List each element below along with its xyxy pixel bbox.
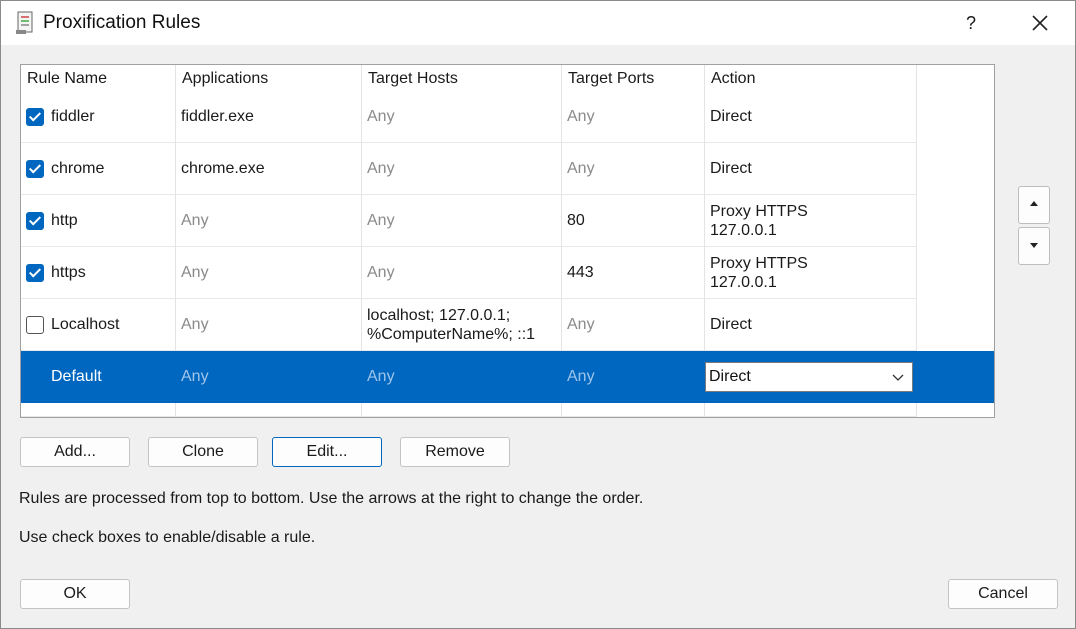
applications-cell: chrome.exe xyxy=(176,143,362,195)
action-line-1: Proxy HTTPS xyxy=(710,254,808,272)
enable-checkbox[interactable] xyxy=(26,263,44,282)
document-icon xyxy=(16,11,33,34)
help-button[interactable]: ? xyxy=(959,10,983,36)
action-line-2: 127.0.0.1 xyxy=(710,273,777,291)
column-header-target-hosts[interactable]: Target Hosts xyxy=(362,65,562,93)
target-hosts-cell: Any xyxy=(362,143,562,195)
hosts-line-1: localhost; 127.0.0.1; xyxy=(367,306,511,324)
info-order: Rules are processed from top to bottom. … xyxy=(19,490,644,507)
empty-cell xyxy=(21,403,176,417)
target-hosts-cell: Any xyxy=(362,351,562,403)
clone-button[interactable]: Clone xyxy=(148,437,258,467)
action-cell: Proxy HTTPS 127.0.0.1 xyxy=(705,247,917,299)
empty-row xyxy=(21,403,994,417)
column-header-target-ports[interactable]: Target Ports xyxy=(562,65,705,93)
target-ports-cell: 80 xyxy=(562,195,705,247)
applications-cell: Any xyxy=(176,299,362,351)
table-row[interactable]: fiddler fiddler.exe Any Any Direct xyxy=(21,91,994,143)
action-cell: Direct xyxy=(705,143,917,195)
rule-name-cell: http xyxy=(21,195,176,247)
enable-checkbox[interactable] xyxy=(26,159,44,178)
applications-cell: Any xyxy=(176,247,362,299)
info-checkboxes: Use check boxes to enable/disable a rule… xyxy=(19,529,316,546)
rule-name: https xyxy=(51,264,86,281)
rule-name-cell: https xyxy=(21,247,176,299)
column-header-applications[interactable]: Applications xyxy=(176,65,362,93)
rule-name-cell: Localhost xyxy=(21,299,176,351)
column-header-action[interactable]: Action xyxy=(705,65,917,93)
table-row-selected[interactable]: Default Any Any Any Direct xyxy=(21,351,994,403)
cancel-button[interactable]: Cancel xyxy=(948,579,1058,609)
action-cell: Direct xyxy=(705,299,917,351)
table-row[interactable]: http Any Any 80 Proxy HTTPS 127.0.0.1 xyxy=(21,195,994,247)
rule-name-cell: fiddler xyxy=(21,91,176,143)
window-title: Proxification Rules xyxy=(43,12,201,33)
target-hosts-cell: Any xyxy=(362,91,562,143)
column-header-rule-name[interactable]: Rule Name xyxy=(21,65,176,93)
rule-name-cell: Default xyxy=(21,351,176,403)
remove-button[interactable]: Remove xyxy=(400,437,510,467)
applications-cell: Any xyxy=(176,351,362,403)
arrow-down-icon xyxy=(1030,243,1038,248)
table-row[interactable]: https Any Any 443 Proxy HTTPS 127.0.0.1 xyxy=(21,247,994,299)
target-hosts-cell: Any xyxy=(362,247,562,299)
rule-name: Localhost xyxy=(51,316,120,333)
target-hosts-cell: Any xyxy=(362,195,562,247)
move-up-button[interactable] xyxy=(1018,186,1050,224)
move-down-button[interactable] xyxy=(1018,227,1050,265)
rule-name: chrome xyxy=(51,160,105,177)
action-select-value: Direct xyxy=(709,368,751,385)
target-ports-cell: 443 xyxy=(562,247,705,299)
table-row[interactable]: Localhost Any localhost; 127.0.0.1; %Com… xyxy=(21,299,994,351)
applications-cell: fiddler.exe xyxy=(176,91,362,143)
arrow-up-icon xyxy=(1030,201,1038,206)
rule-name: fiddler xyxy=(51,108,95,125)
hosts-line-2: %ComputerName%; ::1 xyxy=(367,325,536,343)
add-button[interactable]: Add... xyxy=(20,437,130,467)
target-ports-cell: Any xyxy=(562,299,705,351)
rule-name-cell: chrome xyxy=(21,143,176,195)
ok-button[interactable]: OK xyxy=(20,579,130,609)
target-ports-cell: Any xyxy=(562,143,705,195)
enable-checkbox[interactable] xyxy=(26,211,44,230)
rule-name: http xyxy=(51,212,78,229)
action-cell: Proxy HTTPS 127.0.0.1 xyxy=(705,195,917,247)
chevron-down-icon xyxy=(892,374,904,381)
target-ports-cell: Any xyxy=(562,351,705,403)
enable-checkbox[interactable] xyxy=(26,315,44,334)
action-select[interactable]: Direct xyxy=(705,361,913,392)
table-row[interactable]: chrome chrome.exe Any Any Direct xyxy=(21,143,994,195)
empty-cell xyxy=(705,403,917,417)
action-line-2: 127.0.0.1 xyxy=(710,221,777,239)
target-hosts-cell: localhost; 127.0.0.1; %ComputerName%; ::… xyxy=(362,299,562,351)
enable-checkbox[interactable] xyxy=(26,107,44,126)
close-icon[interactable] xyxy=(1027,10,1053,36)
empty-cell xyxy=(362,403,562,417)
empty-cell xyxy=(562,403,705,417)
target-ports-cell: Any xyxy=(562,91,705,143)
action-cell: Direct xyxy=(705,351,917,403)
action-line-1: Proxy HTTPS xyxy=(710,202,808,220)
empty-cell xyxy=(176,403,362,417)
proxification-rules-dialog: Proxification Rules ? Rule Name Applicat… xyxy=(0,0,1076,629)
rules-table: Rule Name Applications Target Hosts Targ… xyxy=(20,64,995,418)
edit-button[interactable]: Edit... xyxy=(272,437,382,467)
title-bar: Proxification Rules ? xyxy=(1,1,1075,45)
applications-cell: Any xyxy=(176,195,362,247)
action-cell: Direct xyxy=(705,91,917,143)
